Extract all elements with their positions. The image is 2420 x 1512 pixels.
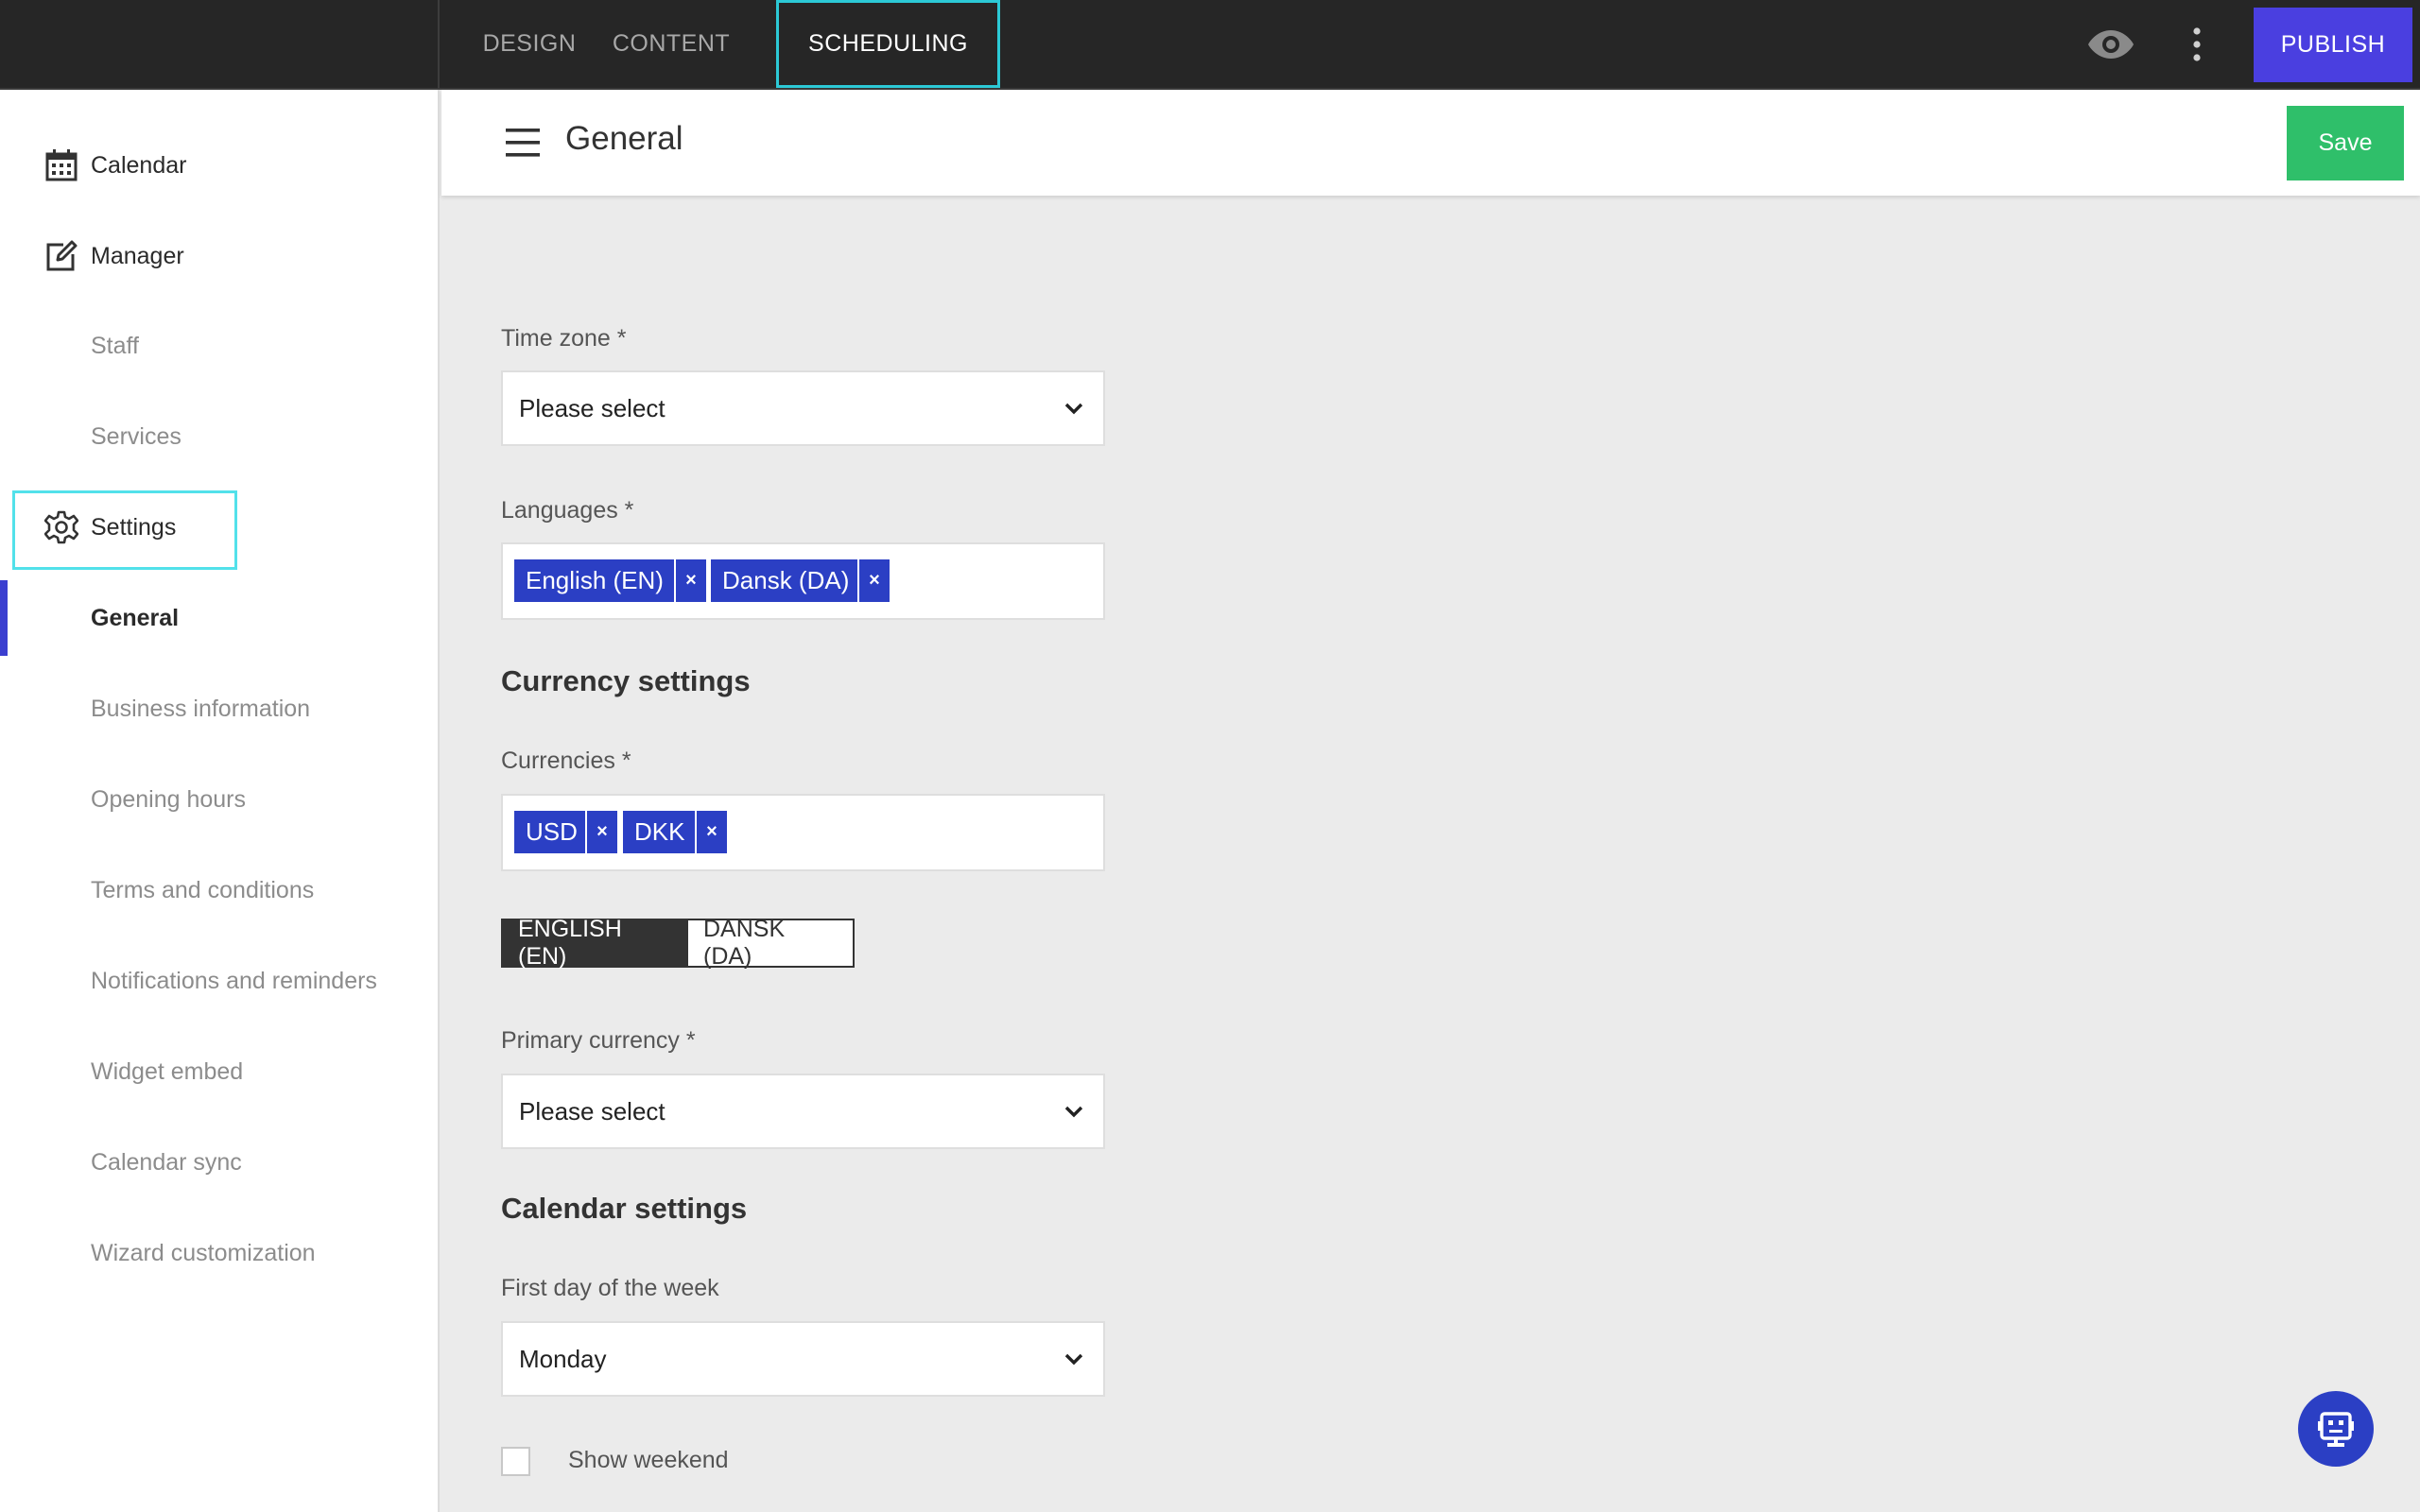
tab-scheduling[interactable]: SCHEDULING (776, 0, 1000, 88)
sidebar-item-label: Calendar (91, 151, 187, 179)
assistant-button[interactable] (2298, 1391, 2374, 1467)
sidebar-item-label: Terms and conditions (91, 876, 315, 903)
edit-icon (43, 238, 79, 274)
sidebar-item-widget-embed[interactable]: Widget embed (0, 1034, 438, 1109)
sidebar-item-wizard-customization[interactable]: Wizard customization (0, 1215, 438, 1291)
remove-tag-icon[interactable]: × (857, 559, 890, 602)
languages-label: Languages * (501, 497, 634, 524)
top-bar: DESIGN CONTENT SCHEDULING PUBLISH (0, 0, 2420, 90)
show-weekend-label: Show weekend (568, 1447, 729, 1473)
primary-currency-value: Please select (519, 1096, 666, 1125)
sidebar-item-label: Widget embed (91, 1057, 244, 1085)
sidebar-item-label: Notifications and reminders (91, 967, 377, 994)
show-weekend-checkbox[interactable] (501, 1447, 530, 1476)
sidebar-item-label: Business information (91, 695, 311, 722)
sidebar-item-business-information[interactable]: Business information (0, 671, 438, 747)
first-day-value: Monday (519, 1344, 607, 1373)
preview-button[interactable] (2080, 17, 2142, 72)
more-options-button[interactable] (2170, 17, 2223, 72)
sidebar-item-manager[interactable]: Manager (0, 218, 438, 294)
remove-tag-icon[interactable]: × (674, 559, 706, 602)
sidebar-item-label: Services (91, 422, 182, 450)
tag-label: DKK (634, 817, 685, 846)
language-toggle: ENGLISH (EN) DANSK (DA) (501, 916, 855, 970)
timezone-label: Time zone * (501, 325, 627, 352)
sidebar-item-staff[interactable]: Staff (0, 308, 438, 384)
timezone-value: Please select (519, 393, 666, 422)
remove-tag-icon[interactable]: × (695, 811, 727, 853)
sidebar-item-label: Settings (91, 513, 177, 541)
language-option-da[interactable]: DANSK (DA) (688, 916, 853, 970)
primary-currency-label: Primary currency * (501, 1027, 696, 1054)
currencies-label: Currencies * (501, 747, 631, 774)
primary-currency-select[interactable]: Please select (501, 1074, 1105, 1149)
tab-content[interactable]: CONTENT (605, 0, 737, 88)
tag-label: USD (526, 817, 578, 846)
chevron-down-icon (1064, 1353, 1083, 1366)
calendar-icon (43, 147, 79, 183)
sidebar-item-label: Opening hours (91, 785, 247, 813)
active-indicator (0, 580, 8, 656)
calendar-section-title: Calendar settings (501, 1192, 748, 1225)
sidebar-item-label: Calendar sync (91, 1148, 242, 1176)
sidebar-item-terms-and-conditions[interactable]: Terms and conditions (0, 852, 438, 928)
brand-area (0, 0, 440, 90)
gear-icon (43, 509, 79, 545)
robot-icon (2318, 1412, 2354, 1447)
first-day-label: First day of the week (501, 1275, 719, 1301)
tab-design[interactable]: DESIGN (473, 0, 586, 88)
sidebar-item-services[interactable]: Services (0, 399, 438, 474)
page-title: General (565, 120, 683, 157)
hamburger-icon[interactable] (504, 124, 544, 162)
sidebar-item-calendar[interactable]: Calendar (0, 128, 438, 203)
sidebar-item-label: Staff (91, 332, 139, 359)
currencies-input[interactable]: USD × DKK × (501, 794, 1105, 871)
remove-tag-icon[interactable]: × (585, 811, 617, 853)
sidebar-item-label: Manager (91, 242, 184, 269)
chevron-down-icon (1064, 1106, 1083, 1118)
sidebar-item-label: Wizard customization (91, 1239, 316, 1266)
sidebar-item-notifications[interactable]: Notifications and reminders (0, 943, 438, 1019)
sidebar-item-label: General (91, 604, 180, 631)
currency-tag: DKK × (623, 811, 727, 853)
language-tag: English (EN) × (514, 559, 706, 602)
tag-label: English (EN) (526, 566, 664, 594)
page-header: General (441, 90, 2420, 196)
chevron-down-icon (1064, 403, 1083, 415)
sidebar-item-general[interactable]: General (0, 580, 438, 656)
sidebar: Calendar Manager Staff Services Settings… (0, 90, 440, 1512)
save-button[interactable]: Save (2287, 106, 2404, 180)
languages-input[interactable]: English (EN) × Dansk (DA) × (501, 542, 1105, 620)
language-tag: Dansk (DA) × (711, 559, 890, 602)
sidebar-item-settings[interactable]: Settings (0, 490, 438, 565)
currency-section-title: Currency settings (501, 664, 751, 697)
first-day-select[interactable]: Monday (501, 1321, 1105, 1397)
timezone-select[interactable]: Please select (501, 370, 1105, 446)
sidebar-item-opening-hours[interactable]: Opening hours (0, 762, 438, 837)
tag-label: Dansk (DA) (722, 566, 850, 594)
currency-tag: USD × (514, 811, 617, 853)
publish-button[interactable]: PUBLISH (2254, 8, 2412, 82)
eye-icon (2088, 30, 2134, 59)
more-vertical-icon (2193, 27, 2201, 61)
language-option-en[interactable]: ENGLISH (EN) (503, 916, 688, 970)
sidebar-item-calendar-sync[interactable]: Calendar sync (0, 1125, 438, 1200)
